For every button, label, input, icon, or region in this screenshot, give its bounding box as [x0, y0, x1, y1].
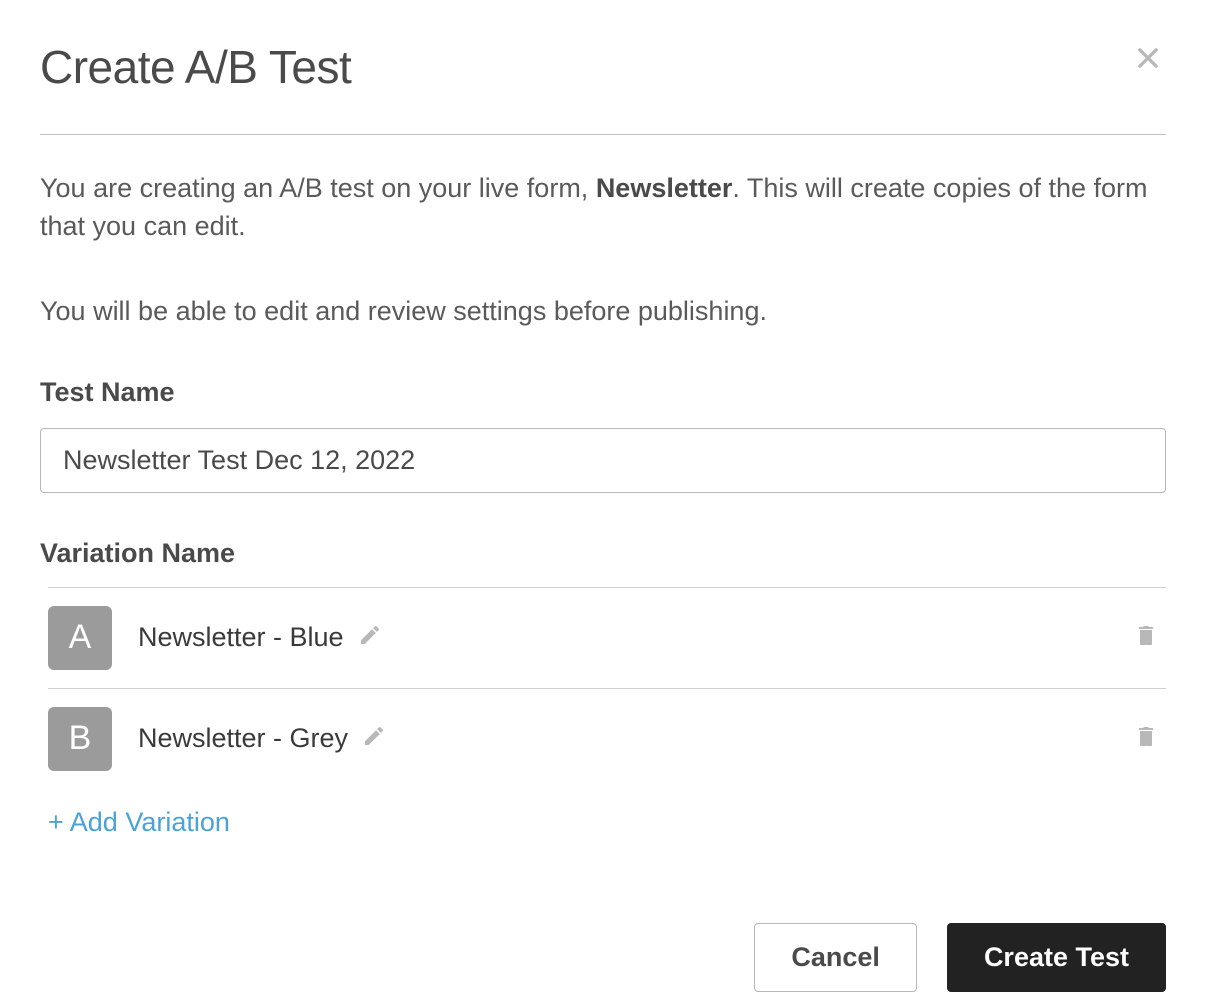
variation-name-text: Newsletter - Grey: [138, 723, 348, 754]
trash-icon: [1134, 622, 1158, 653]
variation-row: A Newsletter - Blue: [48, 587, 1166, 688]
variation-row: B Newsletter - Grey: [48, 688, 1166, 789]
delete-variation-button[interactable]: [1134, 723, 1166, 754]
test-name-label: Test Name: [40, 377, 1166, 408]
description-prefix: You are creating an A/B test on your liv…: [40, 173, 596, 203]
add-variation-button[interactable]: + Add Variation: [48, 807, 230, 838]
variation-badge-a: A: [48, 606, 112, 670]
modal-sub-description: You will be able to edit and review sett…: [40, 296, 1166, 327]
modal-title: Create A/B Test: [40, 40, 351, 94]
close-button[interactable]: [1130, 40, 1166, 79]
variation-name-label: Variation Name: [40, 538, 1166, 587]
create-test-button[interactable]: Create Test: [947, 923, 1166, 992]
edit-variation-button[interactable]: [358, 623, 382, 652]
cancel-button[interactable]: Cancel: [754, 923, 917, 992]
test-name-input[interactable]: [40, 428, 1166, 493]
trash-icon: [1134, 723, 1158, 754]
variation-name-text: Newsletter - Blue: [138, 622, 344, 653]
modal-description: You are creating an A/B test on your liv…: [40, 170, 1166, 246]
close-icon: [1134, 44, 1162, 75]
edit-variation-button[interactable]: [362, 724, 386, 753]
pencil-icon: [358, 623, 382, 652]
variation-badge-b: B: [48, 707, 112, 771]
pencil-icon: [362, 724, 386, 753]
delete-variation-button[interactable]: [1134, 622, 1166, 653]
form-name: Newsletter: [596, 173, 733, 203]
